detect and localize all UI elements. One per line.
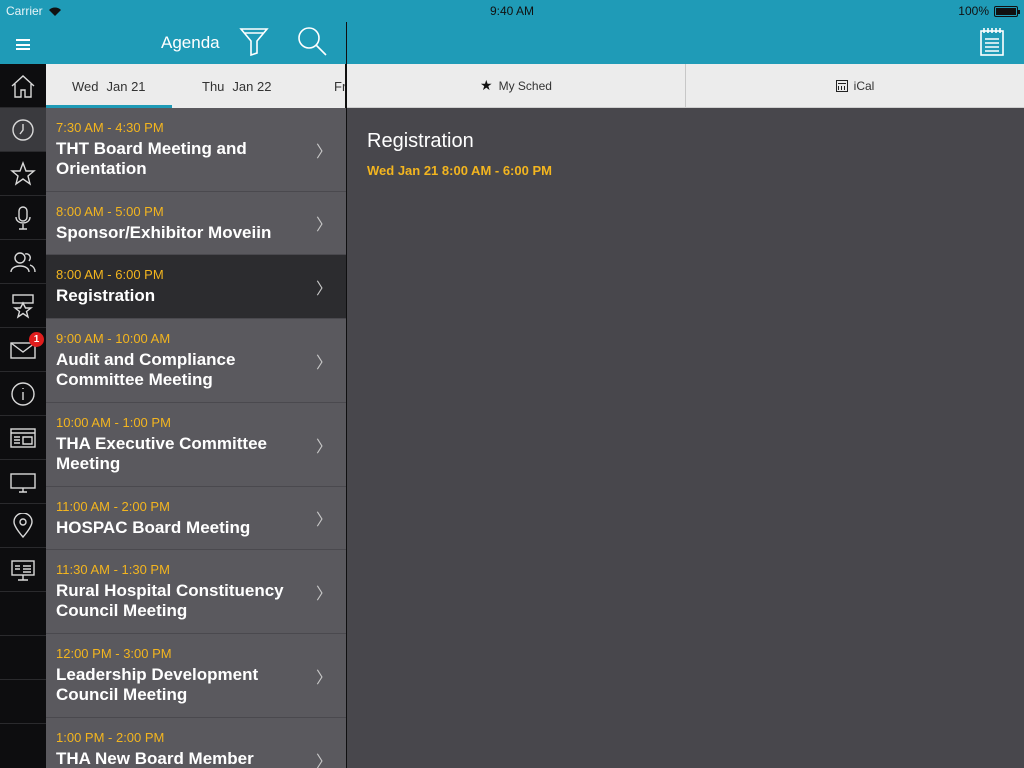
detail-datetime: Wed Jan 21 8:00 AM - 6:00 PM [367,163,552,178]
session-name: Sponsor/Exhibitor Moveiin [56,223,272,242]
rail-exhibitors[interactable] [0,460,46,504]
chevron-right-icon: 〉 [315,585,332,603]
chevron-right-icon: 〉 [315,354,332,372]
rail-news[interactable] [0,416,46,460]
tab-date-1[interactable]: Thu Jan 22 [202,64,271,108]
session-row[interactable]: 1:00 PM - 2:00 PM THA New Board Member 〉 [46,718,346,768]
rail-favorites[interactable] [0,152,46,196]
chevron-right-icon: 〉 [315,438,332,456]
home-icon [11,74,35,98]
tab-day: Fr [334,78,346,94]
session-name: Audit and Compliance Committee Meeting [56,350,236,389]
session-row[interactable]: 12:00 PM - 3:00 PM Leadership Developmen… [46,634,346,718]
session-name: THA New Board Member [56,749,254,768]
calendar-icon [835,79,848,92]
chevron-right-icon: 〉 [315,217,332,234]
session-time: 12:00 PM - 3:00 PM [56,646,172,661]
clock-icon [12,118,34,141]
rail-agenda[interactable] [0,108,46,152]
session-name: Rural Hospital Constituency Council Meet… [56,581,284,620]
star-filled-icon: ★ [480,77,493,93]
battery-icon [994,5,1020,17]
detail-toolbar: ★ My Sched iCal [347,64,1024,108]
session-name: THA Executive Committee Meeting [56,434,267,473]
rail-info[interactable] [0,372,46,416]
tab-day: Thu [202,78,225,94]
session-time: 11:00 AM - 2:00 PM [56,499,170,514]
battery-percent: 100% [958,4,989,18]
session-name: THT Board Meeting and Orientation [56,139,247,178]
tab-date: Jan 21 [106,78,146,94]
hamburger-icon [16,39,30,50]
session-time: 8:00 AM - 6:00 PM [56,267,164,282]
session-row[interactable]: 11:00 AM - 2:00 PM HOSPAC Board Meeting … [46,487,346,550]
tab-date-2[interactable]: Fr [334,64,346,108]
tab-date: Jan 22 [232,78,272,94]
tab-day: Wed [72,78,99,94]
chevron-right-icon: 〉 [315,512,332,529]
icon-rail: 1 [0,0,46,768]
rail-empty-2 [0,636,46,680]
chevron-right-icon: 〉 [315,280,332,298]
session-detail: Registration Wed Jan 21 8:00 AM - 6:00 P… [347,108,1024,768]
session-time: 9:00 AM - 10:00 AM [56,331,171,346]
ical-button[interactable]: iCal [685,64,1024,107]
chevron-right-icon: 〉 [315,669,332,687]
status-bar: Carrier 9:40 AM 100% [0,0,1024,22]
rail-speakers[interactable] [0,196,46,240]
monitor-icon [10,472,36,493]
notes-icon[interactable] [979,27,1005,57]
session-row-selected[interactable]: 8:00 AM - 6:00 PM Registration 〉 [46,255,346,319]
my-sched-label: My Sched [498,78,552,93]
microphone-icon [15,205,31,230]
session-row[interactable]: 8:00 AM - 5:00 PM Sponsor/Exhibitor Move… [46,192,346,255]
session-row[interactable]: 9:00 AM - 10:00 AM Audit and Compliance … [46,319,346,403]
rail-presentations[interactable] [0,548,46,592]
rail-home[interactable] [0,64,46,108]
people-icon [10,251,36,272]
info-icon [11,381,35,406]
session-time: 10:00 AM - 1:00 PM [56,415,171,430]
chevron-right-icon: 〉 [315,753,332,768]
date-tabs: Wed Jan 21 Thu Jan 22 Fr [46,64,346,108]
status-time: 9:40 AM [489,4,535,18]
session-row[interactable]: 11:30 AM - 1:30 PM Rural Hospital Consti… [46,550,346,634]
news-icon [10,427,36,448]
session-name: Registration [56,286,156,305]
filter-icon[interactable] [239,25,269,57]
my-sched-button[interactable]: ★ My Sched [347,64,685,107]
unread-badge: 1 [29,332,44,347]
rail-maps[interactable] [0,504,46,548]
session-time: 8:00 AM - 5:00 PM [56,204,164,219]
ical-label: iCal [853,78,875,93]
page-title: Agenda [161,33,220,52]
tab-date-0[interactable]: Wed Jan 21 [46,64,171,108]
session-row[interactable]: 10:00 AM - 1:00 PM THA Executive Committ… [46,403,346,487]
rail-attendees[interactable] [0,240,46,284]
rail-empty-3 [0,680,46,724]
session-name: Leadership Development Council Meeting [56,665,259,704]
location-pin-icon [13,512,33,538]
session-row[interactable]: 7:30 AM - 4:30 PM THT Board Meeting and … [46,108,346,192]
presentation-icon [11,559,35,581]
session-time: 7:30 AM - 4:30 PM [56,120,164,135]
award-icon [12,293,34,319]
star-icon [10,160,36,186]
detail-title: Registration [367,130,474,152]
session-name: HOSPAC Board Meeting [56,518,251,537]
rail-messages[interactable]: 1 [0,328,46,372]
session-time: 11:30 AM - 1:30 PM [56,562,170,577]
search-icon[interactable] [296,25,328,57]
rail-empty-1 [0,592,46,636]
chevron-right-icon: 〉 [315,143,332,161]
rail-sponsors[interactable] [0,284,46,328]
session-list: 7:30 AM - 4:30 PM THT Board Meeting and … [46,108,346,768]
session-time: 1:00 PM - 2:00 PM [56,730,165,745]
